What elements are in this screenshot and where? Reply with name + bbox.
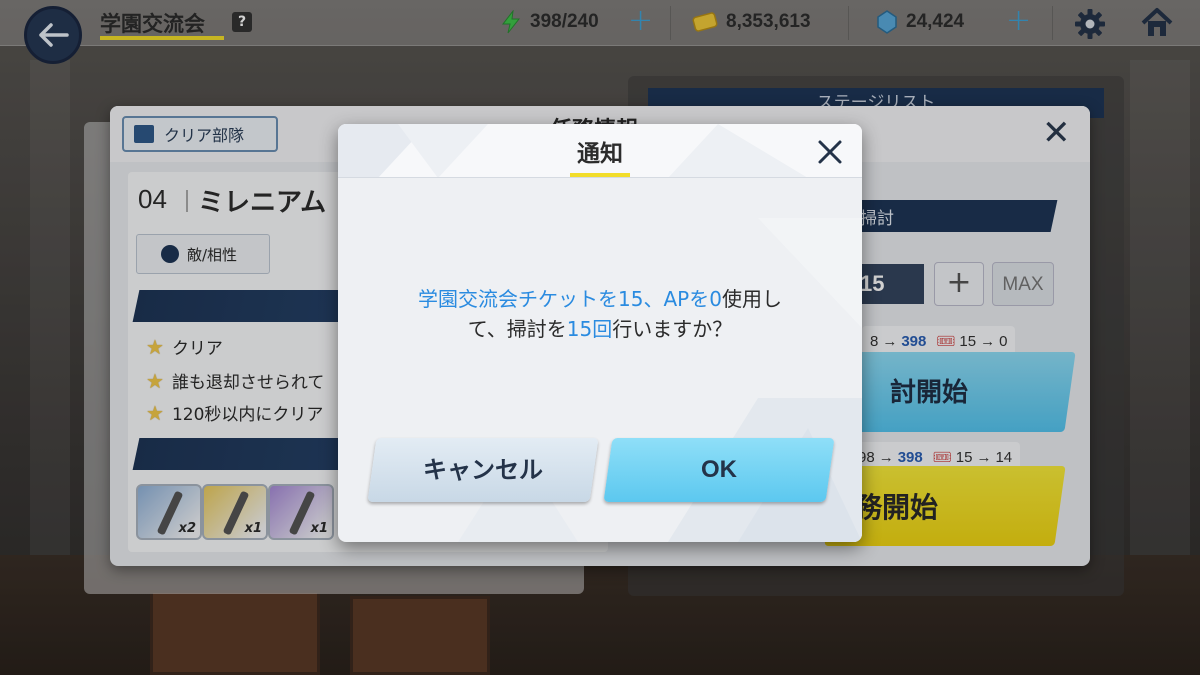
cancel-button-label[interactable]: キャンセル	[372, 438, 594, 502]
ok-button-label[interactable]: OK	[608, 438, 830, 502]
message-highlight: 学園交流会チケットを15、APを0	[418, 287, 722, 311]
message-text: 行いますか？	[612, 317, 733, 341]
message-line-1: 学園交流会チケットを15、APを0使用し	[338, 284, 862, 314]
dialog-message: 学園交流会チケットを15、APを0使用し て、掃討を15回行いますか？	[338, 284, 862, 344]
notification-dialog: 通知 学園交流会チケットを15、APを0使用し て、掃討を15回行いますか？ キ…	[338, 124, 862, 542]
message-highlight: 15回	[566, 317, 613, 341]
dialog-header: 通知	[338, 124, 862, 178]
message-line-2: て、掃討を15回行いますか？	[338, 314, 862, 344]
close-icon[interactable]	[816, 138, 844, 166]
message-text: 使用し	[721, 287, 782, 311]
dialog-title: 通知	[577, 141, 623, 167]
dialog-title-underline	[570, 173, 630, 177]
message-text: て、掃討を	[467, 317, 567, 341]
